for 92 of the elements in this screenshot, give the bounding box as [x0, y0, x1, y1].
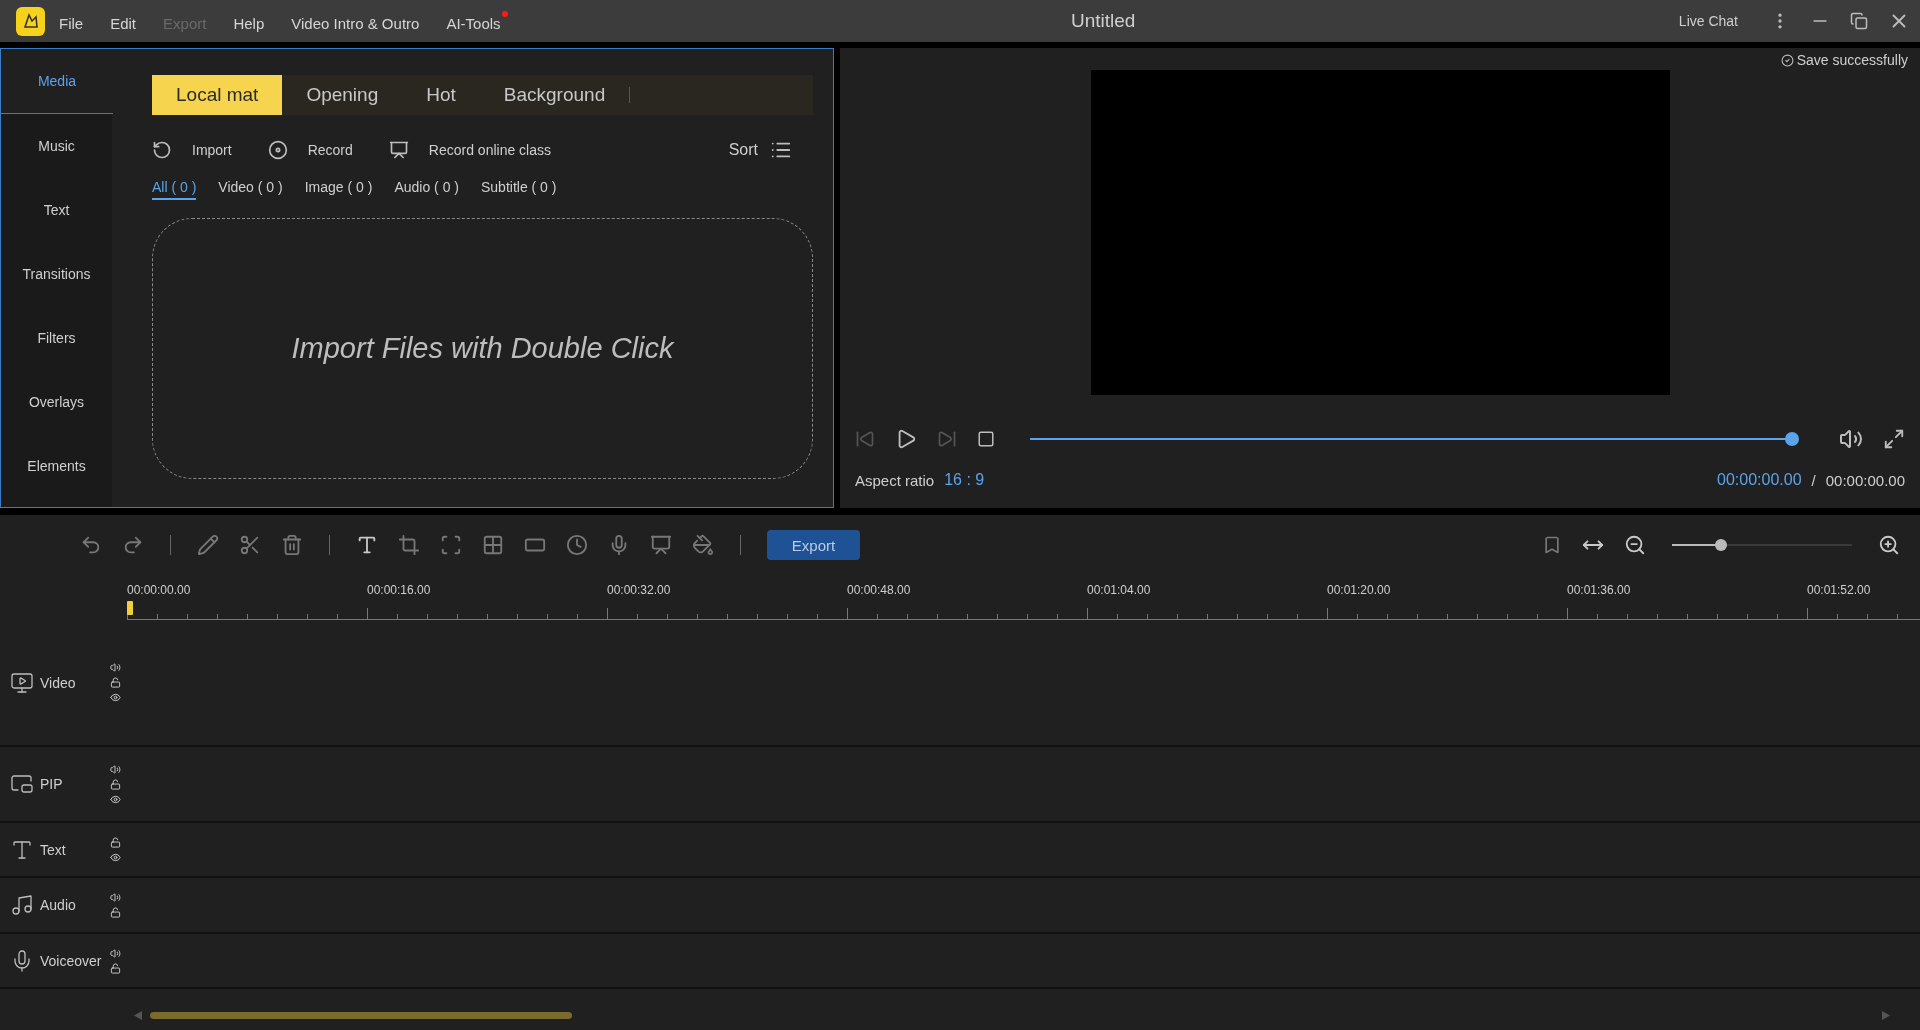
time-label: 00:00:32.00: [607, 583, 672, 597]
undo-icon[interactable]: [80, 534, 102, 556]
pencil-icon[interactable]: [197, 534, 219, 556]
sidebar-item[interactable]: Overlays: [1, 370, 112, 434]
redo-icon[interactable]: [122, 534, 144, 556]
menu-item[interactable]: Video Intro & Outro: [291, 10, 427, 32]
frame-icon[interactable]: [440, 534, 462, 556]
aspect-ratio-label: Aspect ratio: [855, 471, 935, 489]
unlocked-icon[interactable]: [110, 962, 121, 974]
presentation-icon[interactable]: [650, 534, 672, 556]
app-logo-icon: [16, 6, 45, 36]
time-label: 00:01:52.00: [1807, 583, 1872, 597]
track-label: Audio: [40, 897, 76, 913]
menu-item[interactable]: File: [59, 10, 91, 32]
eye-icon[interactable]: [110, 692, 121, 703]
track-label: Voiceover: [40, 952, 102, 969]
track-label: Video: [40, 674, 76, 691]
time-label: 00:00:16.00: [367, 583, 432, 597]
speaker-icon[interactable]: [110, 662, 121, 673]
speaker-icon[interactable]: [110, 947, 121, 959]
filter-tab[interactable]: All ( 0 ): [152, 179, 197, 200]
time-label: 00:01:04.00: [1087, 583, 1152, 597]
export-button[interactable]: Export: [767, 530, 860, 560]
time-label: 00:00:48.00: [847, 583, 912, 597]
filter-tab[interactable]: Image ( 0 ): [304, 179, 373, 200]
drop-zone-hint: Import Files with Double Click: [291, 332, 674, 365]
eye-icon[interactable]: [110, 851, 121, 863]
media-tab[interactable]: Opening: [282, 75, 403, 115]
filter-tab[interactable]: Audio ( 0 ): [394, 179, 459, 200]
time-label: 00:01:20.00: [1327, 583, 1392, 597]
unlocked-icon[interactable]: [110, 778, 121, 790]
menu-item[interactable]: AI-Tools: [446, 10, 508, 32]
check-icon: [1780, 53, 1794, 67]
track-label: Text: [40, 841, 66, 858]
paint-bucket-icon[interactable]: [692, 534, 714, 556]
action-label[interactable]: Record online class: [428, 142, 551, 158]
picture-in-picture-icon: [10, 772, 34, 796]
unlocked-icon[interactable]: [110, 677, 121, 688]
sidebar-item[interactable]: Filters: [1, 306, 112, 370]
volume-icon[interactable]: [1839, 427, 1863, 451]
sidebar-item[interactable]: Text: [1, 178, 112, 242]
live-chat-link[interactable]: Live Chat: [1678, 13, 1738, 29]
action-label[interactable]: Record: [307, 142, 353, 158]
video-track-icon: [10, 670, 34, 695]
text-icon[interactable]: [356, 534, 378, 556]
media-tab[interactable]: Hot: [402, 75, 480, 115]
crop-icon[interactable]: [398, 534, 420, 556]
screen-icon[interactable]: [388, 140, 409, 160]
media-tab[interactable]: Local mat: [152, 75, 283, 115]
speaker-icon[interactable]: [110, 892, 121, 903]
action-label[interactable]: Import: [192, 142, 232, 158]
playhead-marker[interactable]: [127, 601, 133, 615]
clock-icon[interactable]: [566, 534, 588, 556]
filter-tab[interactable]: Subtitle ( 0 ): [481, 179, 557, 200]
sidebar-item[interactable]: Media: [1, 49, 113, 114]
menu-item[interactable]: Edit: [110, 10, 144, 32]
time-separator: /: [1811, 471, 1816, 489]
import-icon[interactable]: [152, 140, 172, 160]
zoom-slider-thumb[interactable]: [1714, 539, 1727, 551]
sidebar-item[interactable]: Music: [1, 114, 112, 178]
filter-tab[interactable]: Video ( 0 ): [218, 179, 283, 200]
track-label: PIP: [40, 776, 63, 792]
music-note-icon: [10, 893, 34, 917]
scissors-icon[interactable]: [239, 534, 261, 556]
unlocked-icon[interactable]: [110, 836, 121, 848]
fullscreen-icon[interactable]: [1883, 428, 1905, 450]
record-icon[interactable]: [267, 140, 288, 160]
time-label: 00:00:00.00: [127, 583, 192, 597]
sidebar-item[interactable]: Elements: [1, 434, 112, 498]
sidebar-item[interactable]: Transitions: [1, 242, 112, 306]
restore-icon[interactable]: [1850, 12, 1868, 30]
window-title: Untitled: [1071, 10, 1136, 32]
eye-icon[interactable]: [110, 793, 121, 805]
zoom-in-icon[interactable]: [1878, 534, 1900, 556]
drop-zone[interactable]: Import Files with Double Click: [152, 218, 813, 479]
scrollbar-thumb[interactable]: [150, 1011, 572, 1019]
time-label: 00:01:36.00: [1567, 583, 1632, 597]
progress-thumb[interactable]: [1785, 432, 1799, 446]
zoom-out-icon[interactable]: [1624, 534, 1646, 556]
speaker-icon[interactable]: [110, 763, 121, 775]
total-time: 00:00:00.00: [1825, 471, 1905, 489]
menu-item[interactable]: Help: [233, 10, 272, 32]
current-time: 00:00:00.00: [1717, 471, 1802, 489]
sort-label[interactable]: Sort: [728, 141, 758, 159]
unlocked-icon[interactable]: [110, 907, 121, 918]
save-status: Save successfully: [1796, 52, 1908, 68]
grid-icon[interactable]: [482, 534, 504, 556]
aspect-ratio-value[interactable]: 16 : 9: [944, 471, 985, 489]
media-tab[interactable]: Background: [479, 75, 630, 115]
stop-icon[interactable]: [977, 430, 995, 448]
trash-icon[interactable]: [281, 534, 303, 556]
bookmark-icon[interactable]: [1542, 535, 1562, 555]
